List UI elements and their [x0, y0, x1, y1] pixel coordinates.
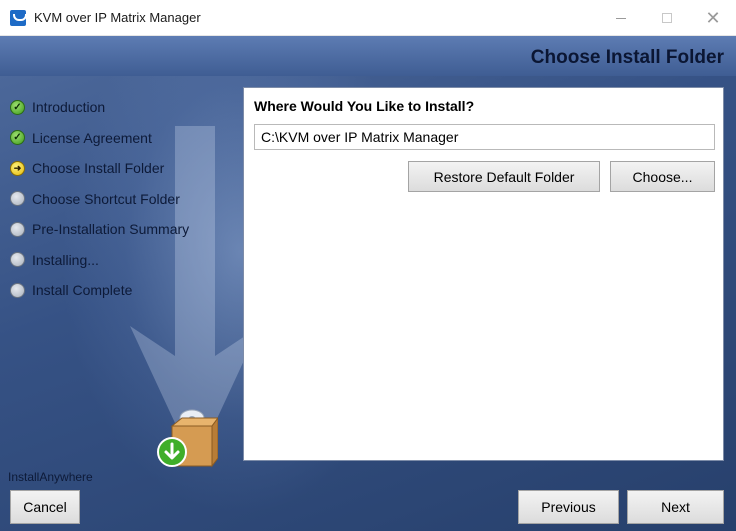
install-question: Where Would You Like to Install?	[254, 98, 475, 114]
header-band: Choose Install Folder	[0, 36, 736, 76]
step-choose-install-folder: Choose Install Folder	[10, 153, 230, 184]
install-box-icon	[157, 409, 218, 468]
step-label: Install Complete	[32, 282, 133, 299]
arrow-right-icon	[10, 160, 25, 176]
content-panel: Where Would You Like to Install? Restore…	[243, 87, 724, 461]
page-title: Choose Install Folder	[530, 47, 724, 68]
restore-default-folder-button[interactable]: Restore Default Folder	[408, 161, 600, 192]
close-button[interactable]: ✕	[690, 0, 736, 36]
step-introduction: Introduction	[10, 92, 230, 123]
step-label: Pre-Installation Summary	[32, 221, 190, 238]
check-icon	[10, 99, 25, 115]
next-button[interactable]: Next	[627, 490, 724, 524]
maximize-button[interactable]	[644, 0, 690, 36]
previous-button[interactable]: Previous	[518, 490, 619, 524]
steps-list: Introduction License Agreement Choose In…	[10, 92, 230, 306]
step-install-complete: Install Complete	[10, 275, 230, 306]
check-icon	[10, 130, 25, 146]
step-pre-installation-summary: Pre-Installation Summary	[10, 214, 230, 245]
minimize-icon	[616, 17, 626, 19]
app-icon	[10, 10, 27, 26]
step-license-agreement: License Agreement	[10, 123, 230, 154]
step-installing: Installing...	[10, 245, 230, 276]
circle-icon	[10, 221, 25, 237]
step-label: Installing...	[32, 251, 99, 268]
step-label: Choose Shortcut Folder	[32, 190, 180, 207]
window-titlebar: KVM over IP Matrix Manager ✕	[0, 0, 736, 36]
step-label: License Agreement	[32, 129, 152, 146]
brand-label: InstallAnywhere	[8, 470, 93, 484]
circle-icon	[10, 191, 25, 207]
installer-body: Choose Install Folder Introduction Licen…	[0, 36, 736, 531]
circle-icon	[10, 282, 25, 298]
close-icon: ✕	[705, 8, 721, 28]
window-title: KVM over IP Matrix Manager	[34, 10, 201, 25]
step-label: Choose Install Folder	[32, 160, 165, 177]
circle-icon	[10, 252, 25, 268]
step-label: Introduction	[32, 99, 106, 116]
cancel-button[interactable]: Cancel	[10, 490, 80, 524]
step-choose-shortcut-folder: Choose Shortcut Folder	[10, 184, 230, 215]
maximize-icon	[662, 13, 672, 23]
minimize-button[interactable]	[598, 0, 644, 36]
choose-folder-button[interactable]: Choose...	[610, 161, 715, 192]
install-path-input[interactable]	[254, 124, 715, 150]
